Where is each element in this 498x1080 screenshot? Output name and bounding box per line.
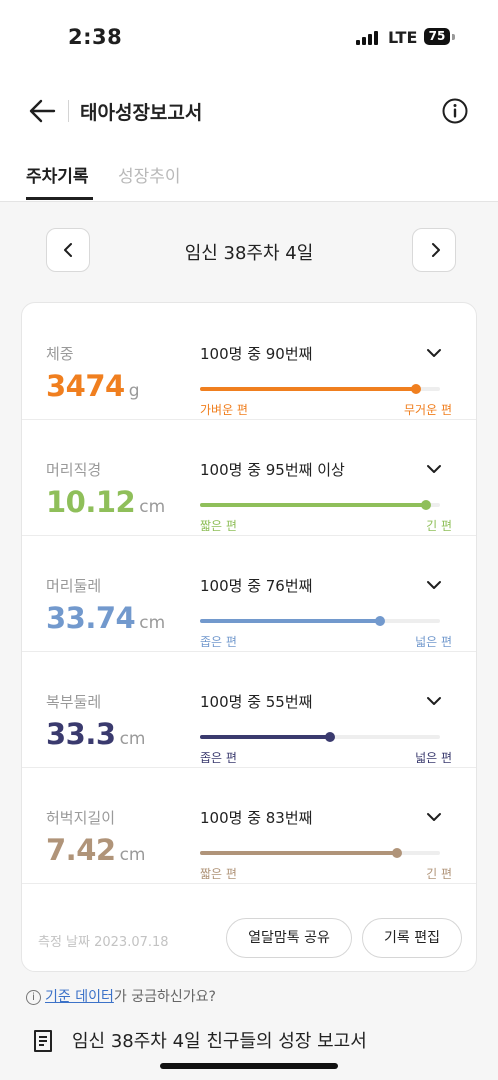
card-footer: 측정 날짜 2023.07.18 열달맘톡 공유 기록 편집: [22, 883, 476, 971]
percentile-bar-knob: [411, 384, 421, 394]
page-title: 태아성장보고서: [80, 102, 203, 124]
percentile-rank: 100명 중 90번째: [200, 345, 313, 363]
measurement-label: 복부둘레: [46, 693, 102, 711]
measurement-value: 33.74 cm: [46, 601, 165, 635]
header-divider: [68, 100, 69, 122]
percentile-rank: 100명 중 55번째: [200, 693, 313, 711]
expand-chevron-button[interactable]: [424, 575, 444, 595]
percentile-rank: 100명 중 83번째: [200, 809, 313, 827]
arrow-left-icon: [29, 99, 56, 123]
percentile-bar-fill: [200, 619, 380, 623]
measurement-unit: cm: [139, 613, 166, 633]
chevron-down-icon: [427, 465, 441, 473]
measurement-date: 측정 날짜 2023.07.18: [38, 935, 169, 950]
app-header: 태아성장보고서: [0, 80, 498, 140]
tab-weekly-record[interactable]: 주차기록: [26, 162, 89, 187]
percentile-bar-fill: [200, 503, 426, 507]
range-low-label: 좁은 편: [200, 751, 237, 765]
percentile-rank: 100명 중 95번째 이상: [200, 461, 345, 479]
expand-chevron-button[interactable]: [424, 807, 444, 827]
percentile-rank: 100명 중 76번째: [200, 577, 313, 595]
status-time: 2:38: [68, 25, 123, 49]
battery-icon: 75: [424, 28, 450, 45]
range-high-label: 넓은 편: [415, 751, 452, 765]
report-label: 임신 38주차 4일 친구들의 성장 보고서: [72, 1031, 367, 1052]
standard-data-link[interactable]: 기준 데이터: [45, 989, 114, 1005]
percentile-bar: [200, 848, 440, 858]
percentile-bar-fill: [200, 735, 330, 739]
range-high-label: 넓은 편: [415, 635, 452, 649]
percentile-bar-fill: [200, 851, 397, 855]
percentile-bar: [200, 500, 440, 510]
tab-bar: 주차기록 성장추이: [0, 150, 498, 202]
range-low-label: 짧은 편: [200, 519, 237, 533]
tab-growth-trend[interactable]: 성장추이: [118, 162, 181, 187]
percentile-bar-fill: [200, 387, 416, 391]
next-week-button[interactable]: [412, 228, 456, 272]
active-tab-indicator: [26, 197, 93, 200]
help-suffix: 가 궁금하신가요?: [113, 989, 216, 1005]
measurement-unit: cm: [139, 497, 166, 517]
range-low-label: 짧은 편: [200, 867, 237, 881]
measurement-number: 10.12: [46, 485, 136, 519]
percentile-bar: [200, 732, 440, 742]
network-type: LTE: [388, 28, 418, 47]
measurement-row[interactable]: 허벅지길이 7.42 cm 100명 중 83번째짧은 편 긴 편: [22, 767, 476, 884]
measurement-row[interactable]: 복부둘레 33.3 cm 100명 중 55번째좁은 편 넓은 편: [22, 651, 476, 768]
measurement-value: 7.42 cm: [46, 833, 145, 867]
measurement-label: 허벅지길이: [46, 809, 116, 827]
percentile-bar-knob: [375, 616, 385, 626]
range-low-label: 좁은 편: [200, 635, 237, 649]
measurement-unit: g: [128, 381, 140, 401]
percentile-bar-knob: [324, 732, 335, 742]
chevron-down-icon: [427, 697, 441, 705]
measurement-row[interactable]: 체중 3474 g 100명 중 90번째가벼운 편 무거운 편: [22, 303, 476, 420]
range-high-label: 긴 편: [426, 867, 452, 881]
measurement-label: 머리직경: [46, 461, 102, 479]
chevron-down-icon: [427, 349, 441, 357]
info-small-icon: i: [26, 990, 41, 1005]
chevron-down-icon: [427, 581, 441, 589]
measurement-value: 3474 g: [46, 369, 140, 403]
status-bar: 2:38 LTE 75: [0, 0, 498, 70]
chevron-down-icon: [427, 813, 441, 821]
expand-chevron-button[interactable]: [424, 691, 444, 711]
percentile-bar: [200, 616, 440, 626]
expand-chevron-button[interactable]: [424, 459, 444, 479]
percentile-bar-knob: [420, 500, 431, 510]
edit-record-button[interactable]: 기록 편집: [362, 918, 462, 958]
measurement-card: 체중 3474 g 100명 중 90번째 가벼운 편 무거운 편 머리직경 10.12 cm 1…: [21, 302, 477, 972]
percentile-bar: [200, 384, 440, 394]
share-button[interactable]: 열달맘톡 공유: [226, 918, 352, 958]
measurement-unit: cm: [119, 729, 146, 749]
measurement-row[interactable]: 머리직경 10.12 cm 100명 중 95번째 이상짧은 편 긴 편: [22, 419, 476, 536]
measurement-number: 3474: [46, 369, 125, 403]
document-icon: [34, 1030, 52, 1052]
info-button[interactable]: [440, 96, 470, 126]
range-high-label: 무거운 편: [404, 403, 452, 417]
chevron-right-icon: [432, 243, 440, 257]
cellular-signal-icon: [356, 30, 380, 49]
battery-cap: [452, 34, 455, 40]
range-high-label: 긴 편: [426, 519, 452, 533]
back-button[interactable]: [26, 94, 60, 128]
measurement-value: 33.3 cm: [46, 717, 145, 751]
home-indicator[interactable]: [160, 1063, 338, 1069]
expand-chevron-button[interactable]: [424, 343, 444, 363]
measurement-label: 머리둘레: [46, 577, 102, 595]
measurement-row[interactable]: 머리둘레 33.74 cm 100명 중 76번째좁은 편 넓은 편: [22, 535, 476, 652]
measurement-number: 33.74: [46, 601, 136, 635]
measurement-unit: cm: [119, 845, 146, 865]
measurement-number: 33.3: [46, 717, 116, 751]
help-text: i 기준 데이터가 궁금하신가요?: [26, 986, 216, 1006]
measurement-label: 체중: [46, 345, 74, 363]
percentile-bar-knob: [391, 848, 402, 858]
info-circle-icon: [442, 98, 468, 124]
measurement-value: 10.12 cm: [46, 485, 165, 519]
measurement-number: 7.42: [46, 833, 116, 867]
range-low-label: 가벼운 편: [200, 403, 248, 417]
